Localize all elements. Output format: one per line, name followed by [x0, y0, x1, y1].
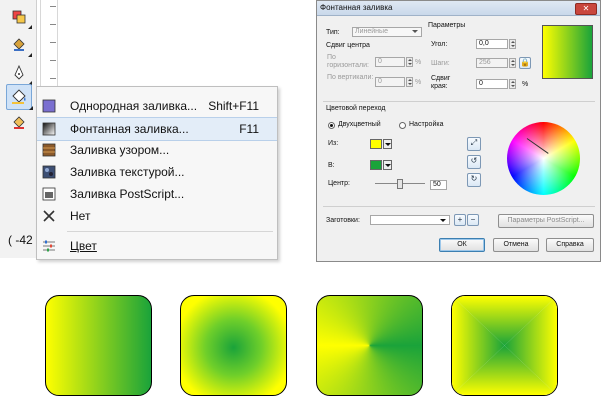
- direct-path-icon[interactable]: ⤢: [467, 137, 481, 151]
- center-shift-label: Сдвиг центра: [326, 42, 370, 49]
- toolbox: [0, 0, 37, 258]
- steps-input[interactable]: 256: [476, 58, 508, 68]
- vertical-label: По вертикали:: [327, 74, 374, 81]
- coordinate-readout: ( -42: [8, 233, 33, 247]
- menu-item-label: Фонтанная заливка...: [70, 122, 189, 136]
- menu-item-shortcut: Shift+F11: [208, 99, 259, 113]
- fountain-fill-icon: [41, 121, 57, 137]
- menu-item-label: Цвет: [70, 239, 97, 253]
- fill-tool-icon[interactable]: [6, 84, 33, 110]
- color-sliders-icon: [41, 238, 57, 254]
- vertical-offset-input[interactable]: 0: [375, 77, 405, 87]
- menu-item-label: Заливка текстурой...: [70, 165, 185, 179]
- parameters-label: Параметры: [428, 22, 466, 29]
- menu-item-label: Однородная заливка...: [70, 99, 198, 113]
- conical-gradient-sample: [316, 295, 423, 396]
- interactive-fill-tool-icon[interactable]: [8, 34, 32, 57]
- color-wheel[interactable]: [507, 122, 580, 195]
- menu-item-shortcut: F11: [239, 122, 259, 136]
- divider: [323, 206, 595, 207]
- center-slider-thumb[interactable]: [397, 179, 403, 189]
- dialog-titlebar: Фонтанная заливка ✕: [317, 1, 600, 16]
- presets-label: Заготовки:: [326, 217, 360, 224]
- horizontal-offset-input[interactable]: 0: [375, 57, 405, 67]
- center-value-input[interactable]: 50: [430, 180, 447, 190]
- horizontal-label: По горизонтали:: [327, 54, 369, 69]
- texture-fill-icon: [41, 164, 57, 180]
- color-transition-label: Цветовой переход: [326, 105, 386, 112]
- horizontal-spinner[interactable]: [406, 57, 413, 67]
- center-slider[interactable]: [375, 179, 425, 189]
- menu-item-texture-fill[interactable]: Заливка текстурой...: [37, 161, 277, 183]
- to-color-swatch[interactable]: [370, 160, 382, 170]
- type-label: Тип:: [326, 29, 340, 36]
- presets-combo[interactable]: [370, 215, 450, 225]
- from-color-dropdown[interactable]: [383, 139, 392, 149]
- to-color-dropdown[interactable]: [383, 160, 392, 170]
- percent-label: %: [415, 79, 422, 86]
- smart-fill-tool-icon[interactable]: [8, 6, 32, 29]
- postscript-fill-icon: [41, 186, 57, 202]
- no-fill-x-icon: [41, 208, 57, 224]
- clockwise-path-icon[interactable]: ↻: [467, 173, 481, 187]
- percent-label: %: [415, 59, 422, 66]
- ok-button[interactable]: ОК: [439, 238, 485, 252]
- remove-preset-icon[interactable]: −: [467, 214, 479, 226]
- linear-gradient-sample: [45, 295, 152, 396]
- vertical-spinner[interactable]: [406, 77, 413, 87]
- from-color-swatch[interactable]: [370, 139, 382, 149]
- square-gradient-sample: [451, 295, 558, 396]
- to-label: В:: [328, 162, 335, 169]
- edge-pad-input[interactable]: 0: [476, 79, 508, 89]
- steps-label: Шаги:: [431, 60, 450, 67]
- menu-item-uniform-fill[interactable]: Однородная заливка... Shift+F11: [37, 95, 277, 117]
- type-select-value: Линейные: [355, 28, 388, 35]
- menu-item-color[interactable]: Цвет: [37, 235, 277, 257]
- interactive-fill-icon[interactable]: [8, 112, 30, 134]
- chevron-down-icon: [412, 30, 418, 33]
- close-icon[interactable]: ✕: [575, 3, 597, 15]
- type-select[interactable]: Линейные: [352, 27, 422, 37]
- menu-item-label: Заливка узором...: [70, 143, 170, 157]
- divider: [323, 101, 595, 102]
- percent-label: %: [522, 81, 529, 88]
- two-color-label: Двухцветный: [338, 121, 381, 128]
- radial-gradient-sample: [180, 295, 287, 396]
- counterclockwise-path-icon[interactable]: ↺: [467, 155, 481, 169]
- add-preset-icon[interactable]: +: [454, 214, 466, 226]
- menu-item-label: Заливка PostScript...: [70, 187, 185, 201]
- menu-item-label: Нет: [70, 209, 91, 223]
- edge-pad-spinner[interactable]: [509, 79, 516, 89]
- square-gradient-art: [452, 296, 557, 395]
- chevron-down-icon: [440, 219, 446, 222]
- fill-flyout-menu: Однородная заливка... Shift+F11 Фонтанна…: [36, 86, 278, 260]
- two-color-radio[interactable]: [328, 122, 335, 129]
- gradient-preview: [542, 25, 593, 79]
- cancel-button[interactable]: Отмена: [493, 238, 539, 252]
- postscript-options-button[interactable]: Параметры PostScript...: [498, 214, 594, 228]
- angle-label: Угол:: [431, 41, 448, 48]
- menu-item-no-fill[interactable]: Нет: [37, 205, 277, 227]
- help-button[interactable]: Справка: [546, 238, 594, 252]
- custom-label: Настройка: [409, 121, 444, 128]
- menu-item-postscript-fill[interactable]: Заливка PostScript...: [37, 183, 277, 205]
- uniform-fill-icon: [41, 98, 57, 114]
- from-label: Из:: [328, 140, 339, 147]
- fountain-fill-dialog: Фонтанная заливка ✕ Тип: Линейные Параме…: [316, 0, 601, 262]
- pen-tool-icon[interactable]: [8, 62, 32, 85]
- pattern-fill-icon: [41, 142, 57, 158]
- custom-radio[interactable]: [399, 122, 406, 129]
- center-label: Центр:: [328, 180, 350, 187]
- dialog-title: Фонтанная заливка: [320, 3, 393, 12]
- lock-icon[interactable]: 🔒: [519, 57, 531, 69]
- color-wheel-path-line: [526, 138, 549, 154]
- menu-separator: [67, 231, 273, 232]
- angle-spinner[interactable]: [509, 39, 516, 49]
- menu-item-fountain-fill[interactable]: Фонтанная заливка... F11: [37, 117, 277, 141]
- angle-input[interactable]: 0,0: [476, 39, 508, 49]
- edge-pad-label: Сдвиг края:: [431, 75, 451, 90]
- steps-spinner[interactable]: [509, 58, 516, 68]
- menu-item-pattern-fill[interactable]: Заливка узором...: [37, 139, 277, 161]
